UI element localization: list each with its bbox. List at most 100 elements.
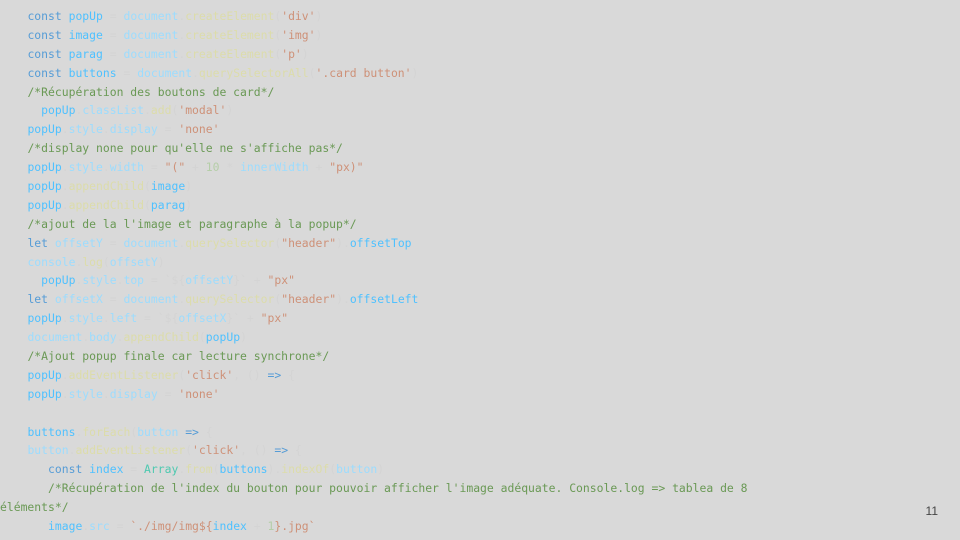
code-token: ). (336, 292, 350, 307)
code-token: ) (240, 330, 247, 345)
code-token: 'modal' (178, 103, 227, 118)
code-comment: /*Récupération des boutons de card*/ (27, 84, 275, 99)
code-token: querySelectorAll (198, 65, 309, 80)
code-line: const image = document.createElement('im… (0, 26, 900, 45)
code-token: button (336, 462, 378, 477)
code-line: button.addEventListener('click', () => { (0, 441, 900, 460)
code-token: popUp (27, 386, 62, 401)
code-token: appendChild (68, 197, 145, 212)
code-token: display (109, 122, 158, 137)
code-token: . (102, 122, 110, 137)
code-token: = (157, 386, 179, 401)
code-token: offsetLeft (349, 292, 419, 307)
code-token: document (123, 292, 179, 307)
code-line: /*Ajout popup finale car lecture synchro… (0, 347, 900, 366)
code-token: image (68, 27, 103, 42)
code-token: ) (226, 103, 234, 118)
code-token: . (102, 311, 110, 326)
code-token: = (144, 160, 165, 175)
code-token: ) (315, 9, 323, 23)
code-token: ( (144, 179, 151, 194)
code-token: image (150, 179, 186, 194)
code-token: + (240, 311, 261, 326)
code-token: '.card button' (315, 65, 412, 80)
code-token: offsetTop (349, 235, 412, 250)
code-line: let offsetX = document.querySelector("he… (0, 290, 900, 309)
code-comment: /*Ajout popup finale car lecture synchro… (27, 349, 330, 364)
code-token: style (68, 386, 103, 401)
code-token: ( (102, 254, 110, 269)
code-token: + (246, 519, 268, 534)
code-token: left (109, 311, 138, 326)
code-token: ) (377, 462, 385, 477)
code-token: => (274, 443, 289, 458)
code-token: buttons (219, 462, 268, 477)
code-token: ) (185, 179, 193, 194)
code-token: popUp (27, 197, 62, 212)
code-comment: éléments*/ (0, 500, 69, 515)
code-token: 'p' (281, 46, 302, 61)
code-token: const (27, 9, 69, 23)
code-token: src (89, 519, 110, 534)
code-token: . (61, 179, 69, 194)
code-token: index (89, 462, 124, 477)
code-token: createElement (185, 27, 275, 42)
code-line: const parag = document.createElement('p'… (0, 45, 900, 64)
code-token: 'none' (178, 386, 220, 401)
code-token: . (61, 367, 69, 382)
code-token: document (123, 27, 179, 42)
code-token: ( (198, 330, 206, 345)
code-token: , () (240, 443, 275, 458)
code-line: image.src = `./img/img${index + 1}.jpg` (0, 517, 900, 536)
code-token: let (27, 292, 55, 307)
code-token: 'div' (281, 9, 316, 23)
code-line: /*Récupération des boutons de card*/ (0, 83, 900, 102)
code-token: . (61, 311, 69, 326)
code-token: document (137, 65, 193, 80)
code-token: = (157, 122, 179, 137)
code-token: . (61, 386, 69, 401)
code-token: . (144, 103, 151, 118)
code-token: style (68, 160, 103, 175)
code-token: top (123, 273, 145, 288)
code-token: = (137, 311, 158, 326)
code-token: createElement (185, 46, 275, 61)
code-token: }` (233, 273, 247, 288)
code-token: add (150, 103, 172, 118)
code-token: { (288, 443, 302, 458)
code-token: ) (185, 197, 193, 212)
code-token: buttons (68, 65, 117, 80)
code-token: index (212, 519, 247, 534)
code-token: }` (226, 311, 241, 326)
code-token: document (123, 9, 179, 23)
code-token: log (82, 254, 103, 269)
code-token: style (68, 311, 103, 326)
code-line: popUp.style.display = 'none' (0, 120, 900, 139)
code-token: ( (212, 462, 220, 477)
code-token: offsetX (54, 292, 103, 307)
code-token: let (27, 235, 55, 250)
code-token: parag (150, 197, 186, 212)
code-token: 'img' (281, 27, 316, 42)
code-line: éléments*/ (0, 498, 900, 517)
code-token: + (246, 273, 268, 288)
code-token: document (123, 235, 179, 250)
code-token: querySelector (185, 292, 275, 307)
code-token: = (144, 273, 165, 288)
code-token: = (102, 9, 124, 23)
code-line: document.body.appendChild(popUp) (0, 328, 900, 347)
code-line: popUp.addEventListener('click', () => { (0, 366, 900, 385)
code-token: ). (267, 462, 282, 477)
